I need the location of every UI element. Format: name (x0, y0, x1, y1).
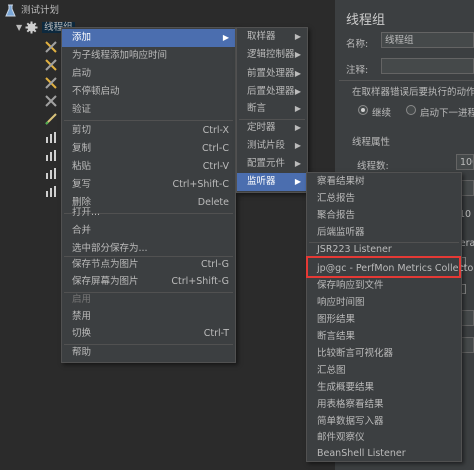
add-submenu: 取样器 ▶ 逻辑控制器 ▶ 前置处理器 ▶ 后置处理器 ▶ 断言 ▶ 定时器 ▶ 测试片段 ▶… (236, 27, 308, 193)
menu-item-open[interactable]: 打开... (62, 204, 235, 222)
sampler-icon (45, 41, 57, 53)
tree-child-sampler-4[interactable] (44, 94, 58, 111)
tree-node-test-plan[interactable]: 测试计划 (4, 2, 59, 19)
chevron-right-icon: ▶ (294, 123, 301, 132)
menu-item-paste[interactable]: 粘贴 Ctrl-V (62, 158, 235, 176)
menu-item-add[interactable]: 添加 ▶ (62, 29, 235, 47)
pencil-icon (45, 113, 57, 125)
tree-label-test-plan: 测试计划 (21, 5, 60, 16)
chevron-right-icon: ▶ (294, 50, 301, 59)
comment-input[interactable] (381, 58, 474, 74)
listener-item-summary-report[interactable]: 汇总报告 (307, 190, 461, 208)
chevron-right-icon: ▶ (294, 104, 301, 113)
submenu-item-config-element[interactable]: 配置元件 ▶ (237, 155, 307, 173)
menu-item-disable[interactable]: 禁用 (62, 308, 235, 326)
listener-item-response-time-graph[interactable]: 响应时间图 (307, 294, 461, 312)
submenu-item-listener[interactable]: 监听器 ▶ (237, 173, 307, 191)
menu-item-help[interactable]: 帮助 (62, 344, 235, 362)
submenu-item-timer[interactable]: 定时器 ▶ (237, 119, 307, 137)
sampler-icon (45, 77, 57, 89)
tree-child-listener-1[interactable] (44, 130, 58, 147)
tree-child-sampler-1[interactable] (44, 40, 58, 57)
submenu-item-sampler[interactable]: 取样器 ▶ (237, 28, 307, 46)
menu-item-enable[interactable]: 启用 (62, 291, 235, 309)
chevron-right-icon: ▶ (294, 159, 301, 168)
listener-item-aggregate-report[interactable]: 聚合报告 (307, 207, 461, 225)
listener-item-compare-assertion[interactable]: 比较断言可视化器 (307, 345, 461, 363)
on-error-label: 在取样器错误后要执行的动作 (352, 87, 474, 98)
chevron-right-icon: ▶ (294, 141, 301, 150)
context-menu: 添加 ▶ 为子线程添加响应时间 启动 不停顿启动 验证 剪切 Ctrl-X 复制 Ct… (61, 27, 236, 363)
divider (339, 80, 474, 81)
radio-next-loop-label: 启动下一进程 (420, 108, 474, 119)
submenu-item-logic-controller[interactable]: 逻辑控制器 ▶ (237, 46, 307, 64)
submenu-item-assertion[interactable]: 断言 ▶ (237, 100, 307, 118)
listener-item-save-responses[interactable]: 保存响应到文件 (307, 277, 461, 295)
tree-child-assertion[interactable] (44, 112, 58, 129)
menu-item-duplicate[interactable]: 复写 Ctrl+Shift-C (62, 176, 235, 194)
thread-count-label: 线程数: (357, 161, 389, 172)
flask-icon (4, 4, 17, 17)
menu-separator (64, 120, 233, 121)
highlight-annotation-box (306, 256, 461, 278)
chevron-right-icon: ▶ (294, 177, 301, 186)
tree-child-listener-4[interactable] (44, 184, 58, 201)
listener-item-generate-summary[interactable]: 生成概要结果 (307, 379, 461, 397)
submenu-item-pre-processor[interactable]: 前置处理器 ▶ (237, 65, 307, 83)
menu-item-cut[interactable]: 剪切 Ctrl-X (62, 122, 235, 140)
tree-child-listener-3[interactable] (44, 166, 58, 183)
listener-submenu: 察看结果树 汇总报告 聚合报告 后端监听器 JSR223 Listener jp… (306, 172, 474, 463)
menu-item-start-no-pause[interactable]: 不停顿启动 (62, 83, 235, 101)
menu-item-copy[interactable]: 复制 Ctrl-C (62, 140, 235, 158)
listener-item-view-results-tree[interactable]: 察看结果树 (307, 173, 461, 191)
chart-icon (46, 132, 56, 143)
submenu-item-post-processor[interactable]: 后置处理器 ▶ (237, 83, 307, 101)
listener-item-backend-listener[interactable]: 后端监听器 (307, 224, 461, 242)
tree-child-sampler-2[interactable] (44, 58, 58, 75)
chevron-down-icon[interactable]: ▼ (16, 23, 22, 32)
sampler-icon (45, 59, 57, 71)
chevron-right-icon: ▶ (294, 69, 301, 78)
listener-item-graph-results[interactable]: 图形结果 (307, 311, 461, 329)
menu-item-add-think-times[interactable]: 为子线程添加响应时间 (62, 47, 235, 65)
tree-child-sampler-3[interactable] (44, 76, 58, 93)
listener-item-aggregate-graph[interactable]: 汇总图 (307, 362, 461, 380)
name-input[interactable]: 线程组 (381, 32, 474, 48)
menu-item-start[interactable]: 启动 (62, 65, 235, 83)
chart-icon (46, 150, 56, 161)
radio-continue-label: 继续 (372, 108, 392, 119)
menu-item-merge[interactable]: 合并 (62, 222, 235, 240)
chevron-right-icon: ▶ (294, 32, 301, 41)
comment-label: 注释: (346, 65, 369, 76)
chevron-right-icon: ▶ (294, 87, 301, 96)
menu-item-save-node-image[interactable]: 保存节点为图片 Ctrl-G (62, 256, 235, 274)
thread-count-input[interactable]: 100 (456, 154, 474, 170)
menu-item-validate[interactable]: 验证 (62, 101, 235, 119)
chart-icon (46, 186, 56, 197)
chart-icon (46, 168, 56, 179)
menu-item-save-screen-image[interactable]: 保存屏幕为图片 Ctrl+Shift-G (62, 273, 235, 291)
panel-title: 线程组 (346, 13, 386, 28)
name-label: 名称: (346, 39, 369, 50)
listener-item-beanshell[interactable]: BeanShell Listener (307, 445, 461, 463)
chevron-right-icon: ▶ (222, 33, 229, 42)
listener-item-assertion-results[interactable]: 断言结果 (307, 328, 461, 346)
listener-item-view-results-table[interactable]: 用表格察看结果 (307, 396, 461, 414)
gear-icon (25, 21, 38, 34)
tree-child-listener-2[interactable] (44, 148, 58, 165)
radio-next-loop[interactable] (406, 105, 416, 115)
sampler-icon (45, 95, 57, 107)
submenu-item-test-fragment[interactable]: 测试片段 ▶ (237, 137, 307, 155)
thread-props-label: 线程属性 (352, 137, 391, 148)
menu-item-toggle[interactable]: 切换 Ctrl-T (62, 325, 235, 343)
radio-continue[interactable] (358, 105, 368, 115)
